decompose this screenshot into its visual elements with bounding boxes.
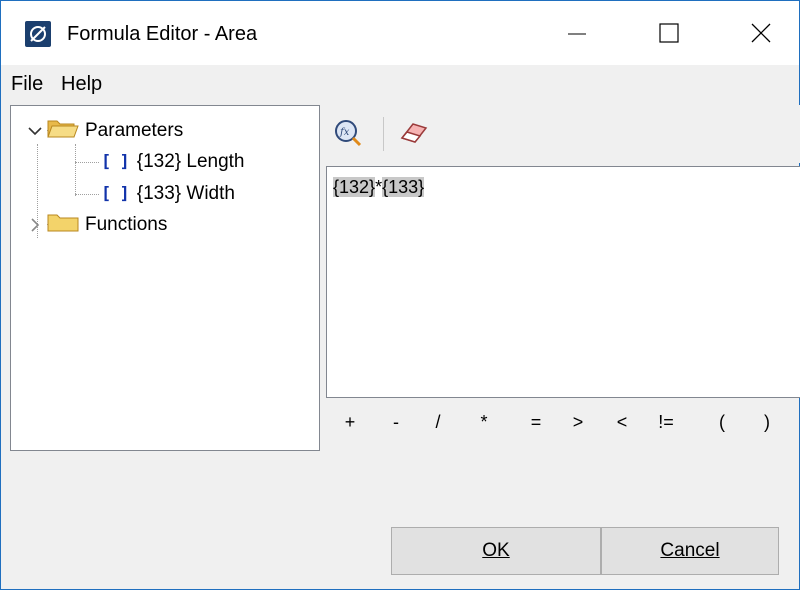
- tree-label-width: {133} Width: [136, 183, 235, 204]
- clear-button[interactable]: [398, 117, 430, 149]
- operator-close-paren-button[interactable]: ): [753, 412, 781, 433]
- operator-not-equal-button[interactable]: !=: [652, 412, 680, 433]
- cancel-button[interactable]: Cancel: [601, 527, 779, 575]
- function-search-icon: fx: [335, 120, 362, 147]
- tree-label-length: {132} Length: [136, 151, 245, 172]
- window-title: Formula Editor - Area: [67, 23, 258, 45]
- operator-greater-button[interactable]: >: [564, 412, 592, 433]
- parameter-bracket-icon: [ ]: [101, 184, 130, 204]
- minimize-button[interactable]: [545, 1, 609, 65]
- cancel-button-label: Cancel: [660, 540, 720, 561]
- tree-label-functions: Functions: [85, 214, 168, 235]
- tree-line: [75, 194, 99, 195]
- parameter-bracket-icon: [ ]: [101, 152, 130, 172]
- operator-less-button[interactable]: <: [608, 412, 636, 433]
- parameter-tree[interactable]: Parameters [ ] {132} Length [ ] {133} Wi…: [10, 105, 320, 451]
- chevron-right-icon[interactable]: [25, 215, 45, 235]
- formula-expression: {132}*{133}: [333, 177, 425, 198]
- svg-text:fx: fx: [339, 127, 350, 138]
- tree-line: [75, 162, 99, 163]
- eraser-icon: [400, 123, 428, 143]
- operator-minus-button[interactable]: -: [382, 412, 410, 433]
- editor-toolbar: fx: [326, 105, 800, 163]
- operator-plus-button[interactable]: +: [336, 412, 364, 433]
- formula-text-area[interactable]: {132}*{133}: [326, 166, 800, 398]
- chevron-down-icon[interactable]: [25, 121, 45, 141]
- tree-node-functions[interactable]: Functions: [25, 210, 167, 240]
- folder-icon: [47, 211, 79, 239]
- formula-token-length[interactable]: {132}: [333, 177, 376, 197]
- tree-label-parameters: Parameters: [85, 120, 184, 141]
- ok-button[interactable]: OK: [391, 527, 601, 575]
- operator-multiply-button[interactable]: *: [470, 412, 498, 433]
- maximize-icon: [659, 23, 679, 43]
- menu-file[interactable]: File: [11, 73, 43, 96]
- minimize-icon: [568, 33, 586, 35]
- operator-bar: + - / * = > < != ( ): [326, 406, 800, 446]
- tree-item-length[interactable]: [ ] {132} Length: [101, 147, 245, 177]
- insert-function-button[interactable]: fx: [332, 117, 364, 149]
- toolbar-separator: [383, 117, 384, 151]
- formula-editor-window: Formula Editor - Area File Help Paramete…: [0, 0, 800, 590]
- formula-app-icon: [25, 21, 51, 47]
- operator-divide-button[interactable]: /: [424, 412, 452, 433]
- formula-token-width[interactable]: {133}: [382, 177, 425, 197]
- folder-open-icon: [47, 117, 79, 145]
- menu-help[interactable]: Help: [61, 73, 102, 96]
- operator-equals-button[interactable]: =: [522, 412, 550, 433]
- close-icon: [751, 23, 771, 43]
- tree-item-width[interactable]: [ ] {133} Width: [101, 179, 235, 209]
- operator-open-paren-button[interactable]: (: [708, 412, 736, 433]
- tree-line: [75, 144, 76, 196]
- title-bar[interactable]: Formula Editor - Area: [1, 1, 799, 65]
- maximize-button[interactable]: [637, 1, 701, 65]
- close-button[interactable]: [729, 1, 793, 65]
- menu-bar: File Help: [1, 65, 799, 103]
- ok-button-label: OK: [482, 540, 510, 561]
- tree-node-parameters[interactable]: Parameters: [25, 116, 183, 146]
